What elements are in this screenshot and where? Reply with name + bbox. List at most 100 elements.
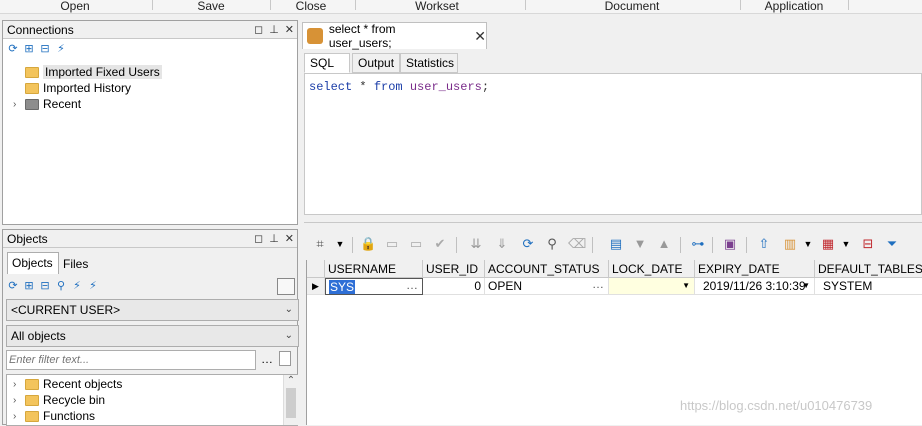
tab-files[interactable]: Files [61, 255, 88, 273]
chevron-right-icon[interactable]: › [13, 99, 21, 110]
chevron-down-icon[interactable]: ▼ [682, 278, 690, 294]
lock-icon[interactable]: 🔒 [360, 236, 376, 252]
sql-editor[interactable]: select * from user_users; [304, 73, 922, 215]
collapse-all-icon[interactable]: ⊟ [39, 43, 51, 55]
chart-icon[interactable]: ▥ [782, 236, 798, 252]
table-cell[interactable]: 0 [423, 278, 485, 295]
column-header-user-id[interactable]: USER_ID [423, 260, 485, 278]
connections-header: Connections ◻ ⊥ ✕ [3, 21, 297, 39]
delete-record-icon[interactable]: ▭ [408, 236, 424, 252]
collapse-all-icon[interactable]: ⊟ [39, 280, 51, 292]
objects-toolbar: ⟳ ⊞ ⊟ ⚲ ⚡ ⚡ [3, 277, 297, 295]
scrollbar[interactable]: ⌃ [283, 375, 298, 425]
connect-icon[interactable]: ⚡ [71, 280, 83, 292]
watermark-text: https://blog.csdn.net/u010476739 [680, 398, 873, 413]
table-cell[interactable]: 2019/11/26 3:10:39 ▼ [695, 278, 815, 295]
tab-statistics[interactable]: Statistics [400, 53, 458, 73]
column-header-username[interactable]: USERNAME [325, 260, 423, 278]
tab-output[interactable]: Output [352, 53, 400, 73]
connect-icon[interactable]: ⚡ [55, 43, 67, 55]
expand-all-icon[interactable]: ⊞ [23, 43, 35, 55]
more-icon[interactable]: … [592, 278, 604, 292]
sql-document-tab[interactable]: select * from user_users; ✕ [302, 22, 487, 50]
table-cell[interactable]: SYSTEM [815, 278, 922, 295]
scroll-up-icon[interactable]: ⌃ [284, 375, 298, 386]
chevron-right-icon[interactable]: › [13, 395, 21, 406]
export-icon[interactable]: ⇧ [756, 236, 772, 252]
menu-open[interactable]: Open [44, 0, 106, 13]
expand-all-icon[interactable]: ⊞ [23, 280, 35, 292]
tree-item-imported-fixed-users[interactable]: Imported Fixed Users [13, 64, 162, 80]
sql-keyword-select: select [309, 80, 353, 94]
chevron-right-icon[interactable]: › [13, 379, 21, 390]
table-cell[interactable]: SYS … [325, 278, 423, 295]
tree-item-label: Recent objects [43, 377, 123, 391]
new-object-icon[interactable] [279, 351, 291, 366]
find-icon[interactable]: ⚲ [544, 236, 560, 252]
fetch-next-icon[interactable]: ⇊ [468, 236, 484, 252]
grid-layout-icon[interactable]: ⌗ [312, 236, 328, 252]
menu-application[interactable]: Application [752, 0, 836, 13]
user-select[interactable]: <CURRENT USER> ⌄ [6, 299, 299, 321]
more-icon[interactable]: … [406, 279, 418, 293]
document-tabbar: select * from user_users; ✕ [302, 17, 922, 50]
menu-document[interactable]: Document [590, 0, 674, 13]
connections-panel: Connections ◻ ⊥ ✕ ⟳ ⊞ ⊟ ⚡ Imported Fixed… [2, 20, 298, 225]
previous-record-icon[interactable]: ▲ [656, 236, 672, 252]
chevron-down-icon[interactable]: ▼ [332, 236, 348, 252]
row-indicator-icon[interactable]: ▶ [307, 278, 325, 295]
pin-icon[interactable]: ⊥ [269, 23, 279, 36]
chevron-down-icon: ⌄ [284, 304, 293, 315]
single-record-view-icon[interactable]: ▤ [608, 236, 624, 252]
more-options-icon[interactable]: … [261, 352, 273, 366]
menu-workset[interactable]: Workset [400, 0, 474, 13]
filter-icon[interactable]: ⏷ [884, 236, 900, 252]
tree-item-recent-objects[interactable]: › Recent objects [13, 376, 122, 392]
next-record-icon[interactable]: ▼ [632, 236, 648, 252]
tab-sql[interactable]: SQL [304, 53, 350, 73]
tree-item-recent[interactable]: › Recent [13, 96, 81, 112]
refresh-icon[interactable]: ⟳ [520, 236, 536, 252]
menu-save[interactable]: Save [180, 0, 242, 13]
table-cell[interactable]: ▼ [609, 278, 695, 295]
chevron-down-icon[interactable]: ▼ [802, 278, 810, 294]
find-icon[interactable]: ⚲ [55, 280, 67, 292]
filter-input[interactable] [6, 350, 256, 370]
tree-item-functions[interactable]: › Functions [13, 408, 95, 424]
options-checkbox[interactable] [277, 278, 295, 295]
table-cell[interactable]: OPEN … [485, 278, 609, 295]
column-header-default-tablespace[interactable]: DEFAULT_TABLESP [815, 260, 922, 278]
float-icon[interactable]: ◻ [254, 232, 263, 245]
clear-icon[interactable]: ⌫ [568, 236, 586, 252]
save-icon[interactable]: ▣ [722, 236, 738, 252]
float-icon[interactable]: ◻ [254, 23, 263, 36]
refresh-icon[interactable]: ⟳ [7, 280, 19, 292]
tree-item-label: Imported History [43, 81, 132, 95]
tab-objects[interactable]: Objects [7, 252, 59, 274]
scroll-thumb[interactable] [286, 388, 296, 418]
menu-close[interactable]: Close [280, 0, 342, 13]
object-type-select[interactable]: All objects ⌄ [6, 325, 299, 347]
insert-record-icon[interactable]: ▭ [384, 236, 400, 252]
sql-window-icon [307, 28, 323, 44]
compare-icon[interactable]: ⊟ [860, 236, 876, 252]
fetch-all-icon[interactable]: ⇓ [494, 236, 510, 252]
close-icon[interactable]: ✕ [285, 232, 294, 245]
table-icon[interactable]: ▦ [820, 236, 836, 252]
filter-icon[interactable]: ⚡ [87, 280, 99, 292]
column-header-account-status[interactable]: ACCOUNT_STATUS [485, 260, 609, 278]
chevron-down-icon[interactable]: ▼ [838, 236, 854, 252]
column-header-lock-date[interactable]: LOCK_DATE [609, 260, 695, 278]
tree-item-recycle-bin[interactable]: › Recycle bin [13, 392, 105, 408]
tree-item-imported-history[interactable]: Imported History [13, 80, 131, 96]
chevron-down-icon[interactable]: ▼ [800, 236, 816, 252]
post-changes-icon[interactable]: ✔ [432, 236, 448, 252]
refresh-icon[interactable]: ⟳ [7, 43, 19, 55]
close-icon[interactable]: ✕ [474, 28, 486, 45]
close-icon[interactable]: ✕ [285, 23, 294, 36]
column-header-expiry-date[interactable]: EXPIRY_DATE [695, 260, 815, 278]
sql-table-name: user_users [409, 80, 482, 94]
chevron-right-icon[interactable]: › [13, 411, 21, 422]
tree-view-icon[interactable]: ⊶ [690, 236, 706, 252]
pin-icon[interactable]: ⊥ [269, 232, 279, 245]
